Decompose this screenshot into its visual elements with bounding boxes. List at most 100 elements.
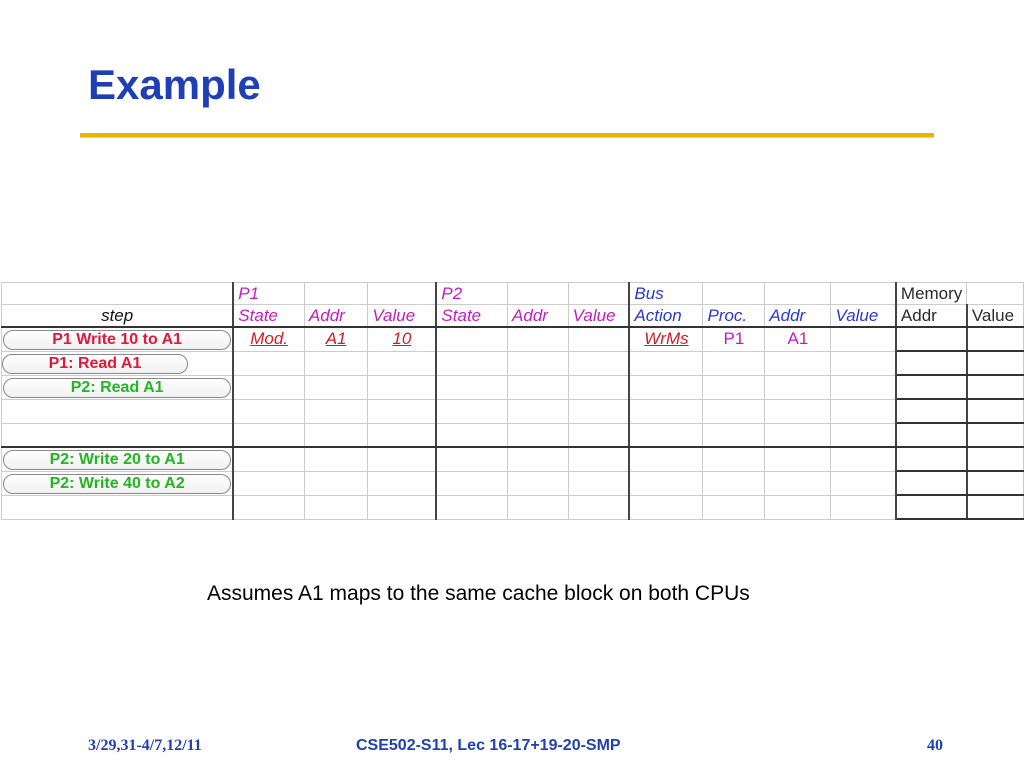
- p2-value-cell: [567, 470, 631, 496]
- step-cell: [1, 494, 235, 520]
- bus-value-cell: [830, 494, 897, 520]
- group-header-row: P1 P2 Bus Memory: [1, 282, 1024, 305]
- mem-value-cell: [966, 494, 1024, 520]
- p2-addr-cell: [507, 470, 569, 496]
- p1-addr-cell: [303, 398, 369, 424]
- empty-cell: [830, 282, 897, 305]
- p1-value-cell: 10: [367, 326, 438, 352]
- bus-proc-cell: [702, 350, 766, 376]
- step-cell: [1, 398, 235, 424]
- footer-course: CSE502-S11, Lec 16-17+19-20-SMP: [356, 737, 621, 754]
- p2-value-cell: [567, 326, 631, 352]
- step-cell: P1: Read A1: [1, 350, 235, 376]
- bus-proc-cell: [702, 494, 766, 520]
- step-cell: [1, 422, 235, 448]
- bus-proc-header: Proc.: [702, 304, 766, 328]
- p2-value-cell: [567, 350, 631, 376]
- bus-value-cell: [830, 446, 897, 472]
- bus-addr-cell: [764, 350, 832, 376]
- bus-addr-cell: [764, 374, 832, 400]
- bus-addr-cell: [764, 470, 832, 496]
- p2-state-cell: [435, 398, 509, 424]
- bus-proc-cell: [702, 422, 766, 448]
- step-pill[interactable]: P2: Write 40 to A2: [3, 473, 232, 494]
- empty-cell: [507, 282, 569, 305]
- p1-value-cell: [367, 350, 438, 376]
- p2-addr-cell: [507, 326, 569, 352]
- p1-state-cell: [232, 374, 305, 400]
- mem-addr-cell: [895, 422, 968, 448]
- bus-addr-header: Addr: [764, 304, 832, 328]
- mem-value-cell: [966, 326, 1024, 352]
- p1-value-cell: [367, 470, 438, 496]
- bus-action-cell: [628, 446, 704, 472]
- p1-value-cell: [367, 398, 438, 424]
- p1-addr-cell: [303, 350, 369, 376]
- p2-state-cell: [435, 470, 509, 496]
- mem-value-header: Value: [966, 304, 1024, 328]
- p2-state-cell: [435, 326, 509, 352]
- p2-state-cell: [435, 446, 509, 472]
- p1-addr-cell: [303, 470, 369, 496]
- bus-action-cell: [628, 350, 704, 376]
- p2-addr-cell: [507, 446, 569, 472]
- mem-addr-cell: [895, 350, 968, 376]
- bus-value-cell: [830, 326, 897, 352]
- title-underline: [80, 133, 934, 138]
- p1-state-header: State: [232, 304, 305, 328]
- step-pill[interactable]: P2: Write 20 to A1: [3, 449, 232, 470]
- mem-addr-header: Addr: [895, 304, 968, 328]
- p1-addr-header: Addr: [303, 304, 369, 328]
- p1-state-cell: [232, 446, 305, 472]
- empty-cell: [567, 282, 631, 305]
- mem-value-cell: [966, 470, 1024, 496]
- bus-proc-cell: [702, 446, 766, 472]
- bus-proc-cell: [702, 470, 766, 496]
- bus-proc-cell: [702, 374, 766, 400]
- step-pill[interactable]: P1: Read A1: [2, 353, 188, 374]
- empty-cell: [367, 282, 438, 305]
- step-pill[interactable]: P1 Write 10 to A1: [3, 329, 232, 350]
- step-cell: P1 Write 10 to A1: [1, 326, 235, 352]
- p1-addr-cell: [303, 446, 369, 472]
- bus-addr-cell: [764, 446, 832, 472]
- p1-addr-cell: A1: [303, 326, 369, 352]
- mem-addr-cell: [895, 398, 968, 424]
- memory-group-label: Memory: [895, 282, 968, 305]
- bus-group-label: Bus: [628, 282, 704, 305]
- p2-state-cell: [435, 350, 509, 376]
- mem-addr-cell: [895, 326, 968, 352]
- p2-value-cell: [567, 494, 631, 520]
- bus-addr-cell: A1: [764, 326, 832, 352]
- table-row: [1, 422, 1024, 448]
- bus-action-cell: [628, 374, 704, 400]
- p1-state-cell: [232, 422, 305, 448]
- step-cell: P2: Write 20 to A1: [1, 446, 235, 472]
- p1-state-cell: [232, 398, 305, 424]
- p1-addr-cell: [303, 374, 369, 400]
- p2-state-header: State: [435, 304, 509, 328]
- p2-value-header: Value: [567, 304, 631, 328]
- bus-addr-cell: [764, 494, 832, 520]
- table-row: [1, 398, 1024, 424]
- step-group-cell: [1, 282, 235, 305]
- bus-proc-cell: [702, 398, 766, 424]
- table-row: P2: Write 40 to A2: [1, 470, 1024, 496]
- p1-addr-cell: [303, 422, 369, 448]
- p1-state-cell: [232, 470, 305, 496]
- p2-group-label: P2: [435, 282, 509, 305]
- p1-state-cell: Mod.: [232, 326, 305, 352]
- p2-value-cell: [567, 446, 631, 472]
- mem-value-cell: [966, 374, 1024, 400]
- step-pill[interactable]: P2: Read A1: [3, 377, 232, 398]
- assumption-note: Assumes A1 maps to the same cache block …: [207, 582, 750, 605]
- p1-value-cell: [367, 446, 438, 472]
- p2-value-cell: [567, 422, 631, 448]
- bus-value-cell: [830, 374, 897, 400]
- p2-addr-header: Addr: [507, 304, 569, 328]
- p1-addr-cell: [303, 494, 369, 520]
- bus-value-cell: [830, 470, 897, 496]
- p1-value-header: Value: [367, 304, 438, 328]
- p2-addr-cell: [507, 398, 569, 424]
- p2-state-cell: [435, 494, 509, 520]
